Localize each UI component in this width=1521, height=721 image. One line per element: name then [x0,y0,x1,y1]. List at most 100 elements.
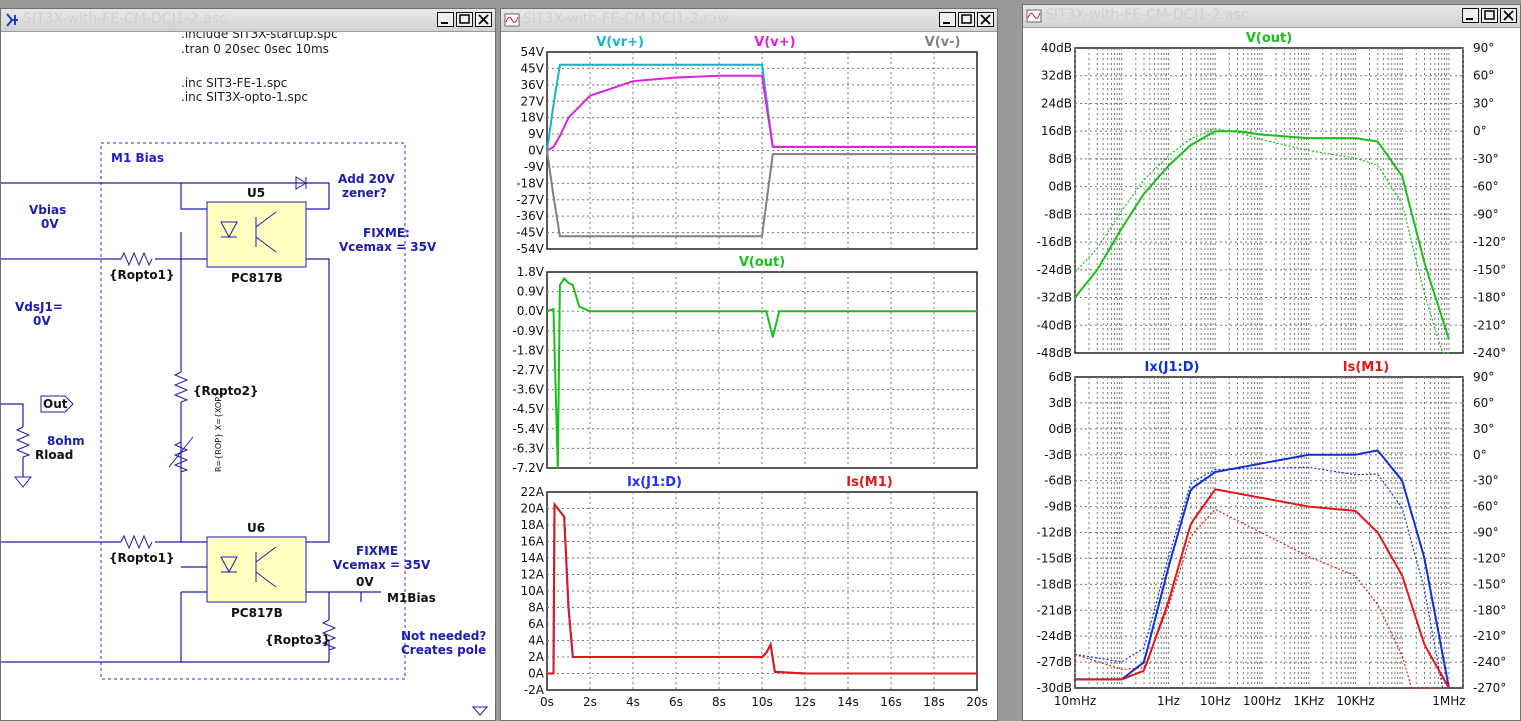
y-tick-label: 36V [521,78,545,92]
waveform-icon [1026,9,1042,23]
y-tick-label: -27V [516,193,545,207]
y-tick-label: -6dB [1044,474,1072,488]
x-tick-label: 0s [540,695,554,709]
resistor-icon [120,534,153,550]
minimize-button[interactable] [939,12,956,27]
phase-tick-label: -150° [1473,577,1506,591]
phase-tick-label: -120° [1473,235,1506,249]
ac-plots[interactable]: 40dB 32dB 24dB 16dB 8dB 0dB -8dB -16dB -24dB -32d… [1023,28,1520,720]
y-tick-label: -24dB [1037,629,1072,643]
transient-plot-area[interactable]: 54V 45V 36V 27V 18V 9V 0V -9V -18V -27V -36V -45V -5… [501,32,997,720]
phase-tick-label: -90° [1473,207,1499,221]
y-tick-label: -48dB [1037,346,1072,360]
trace-label[interactable]: V(out) [1246,31,1292,46]
y-tick-label: 20A [521,502,545,516]
transient-plots[interactable]: 54V 45V 36V 27V 18V 9V 0V -9V -18V -27V -36V -45V -5… [501,32,997,720]
y-tick-label: 0.0V [517,304,545,318]
close-button[interactable] [977,12,994,27]
u6-optocoupler[interactable]: U6 PC817B [206,521,307,620]
maximize-button[interactable] [456,12,473,27]
trace-label[interactable]: Ix(J1:D) [627,475,682,490]
ac-titlebar[interactable]: SIT3X-with-FE-CM-DCJ1-2.asc [1023,5,1520,28]
close-button[interactable] [1500,8,1517,23]
y-tick-label: 3dB [1049,396,1072,410]
trace-label[interactable]: Is(M1) [1343,360,1389,375]
y-tick-label: 2A [528,650,545,664]
y-tick-label: -45V [516,226,545,240]
y-tick-label: -7.2V [512,461,544,475]
y-tick-label: -3.6V [512,383,544,397]
y-tick-label: 6A [528,617,545,631]
x-tick-label: 1MHz [1432,694,1465,708]
trace-label[interactable]: V(v-) [925,35,961,50]
wires [1,182,381,663]
transient-pane[interactable]: 1.8V 0.9V 0.0V -0.9V -1.8V -2.7V -3.6V -4.5V -5.… [512,255,978,475]
y-tick-label: -9dB [1044,500,1072,514]
schematic-canvas[interactable]: .include SIT3X-startup.spc .tran 0 20sec… [1,27,495,720]
trace-label[interactable]: V(out) [739,255,785,270]
vbias-label: Vbias [29,203,66,217]
minimize-button[interactable] [1462,8,1479,23]
ac-plot-area[interactable]: 40dB 32dB 24dB 16dB 8dB 0dB -8dB -16dB -24dB -32d… [1023,28,1520,720]
directive-line: .tran 0 20sec 0sec 10ms [181,42,329,56]
x-tick-label: 10mHz [1054,694,1096,708]
ropto3-label: {Ropto3} [265,633,331,647]
phase-tick-label: -240° [1473,346,1506,360]
close-button[interactable] [475,12,492,27]
y-tick-label: 24dB [1041,96,1072,110]
phase-tick-label: -180° [1473,603,1506,617]
y-tick-label: 10A [521,584,545,598]
x-tick-label: 10s [751,695,773,709]
phase-tick-label: -270° [1473,681,1506,695]
x-tick-label: 100Hz [1243,694,1281,708]
phase-tick-label: -30° [1473,474,1499,488]
phase-tick-label: 0° [1473,124,1487,138]
x-tick-label: 2s [583,695,597,709]
transient-pane[interactable]: 54V 45V 36V 27V 18V 9V 0V -9V -18V -27V -36V -45V -5… [516,35,978,256]
phase-tick-label: 0° [1473,448,1487,462]
y-tick-label: -1.8V [512,343,544,357]
trace-label[interactable]: V(vr+) [596,35,644,50]
schematic-window[interactable]: SIT3X-with-FE-CM-DCJ1-2.asc .include SIT… [0,8,496,721]
transient-plot-window[interactable]: SIT3X-with-FE-CM-DCJ1-2.raw 54V 45V 36V 27V… [500,8,998,721]
trace-label[interactable]: Is(M1) [846,475,892,490]
y-tick-label: -30dB [1037,681,1072,695]
note-zener: zener? [342,186,387,200]
ac-plot-window[interactable]: SIT3X-with-FE-CM-DCJ1-2.asc 40dB 32dB 24dB… [1022,4,1521,721]
ac-pane[interactable]: 6dB 3dB 0dB -3dB -6dB -9dB -12dB -15dB -18dB -21d… [1037,360,1507,708]
maximize-button[interactable] [958,12,975,27]
trace-label[interactable]: V(v+) [754,35,795,50]
schematic-titlebar[interactable]: SIT3X-with-FE-CM-DCJ1-2.asc [1,9,495,32]
y-tick-label: -32dB [1037,291,1072,305]
directive-line: .inc SIT3-FE-1.spc [181,76,287,90]
transient-pane[interactable]: 22A20A18A16A14A12A10A8A6A4A2A0A-2A0s 2s 4s… [521,475,988,709]
directive-line: .inc SIT3X-opto-1.spc [181,90,308,104]
y-tick-label: -0.9V [512,324,544,338]
vdsj1-label: VdsJ1= [15,300,63,314]
directive-line: .include SIT3X-startup.spc [181,32,338,41]
minimize-button[interactable] [437,12,454,27]
waveform-icon [504,13,520,27]
box-label: M1 Bias [111,151,164,165]
u5-optocoupler[interactable]: U5 PC817B [206,186,307,285]
transient-titlebar[interactable]: SIT3X-with-FE-CM-DCJ1-2.raw [501,9,997,32]
y-tick-label: -16dB [1037,235,1072,249]
y-tick-label: -6.3V [512,441,544,455]
phase-tick-label: -60° [1473,180,1499,194]
y-tick-label: 8A [528,601,545,615]
y-tick-label: -2.7V [512,363,544,377]
maximize-button[interactable] [1481,8,1498,23]
trace-label[interactable]: Ix(J1:D) [1145,360,1200,375]
y-tick-label: -12dB [1037,526,1072,540]
u6-model: PC817B [231,606,283,620]
ac-pane[interactable]: 40dB 32dB 24dB 16dB 8dB 0dB -8dB -16dB -24dB -32d… [1037,31,1507,360]
y-tick-label: 14A [521,551,545,565]
y-tick-label: 12A [521,568,545,582]
y-tick-label: -5.4V [512,422,544,436]
ropto2-label: {Ropto2} [193,384,259,398]
phase-tick-label: 90° [1473,370,1494,384]
note-fixme: FIXME [356,544,398,558]
vdsj1-value: 0V [33,314,51,328]
y-tick-label: 8dB [1049,152,1072,166]
plot-frame [1074,47,1464,354]
